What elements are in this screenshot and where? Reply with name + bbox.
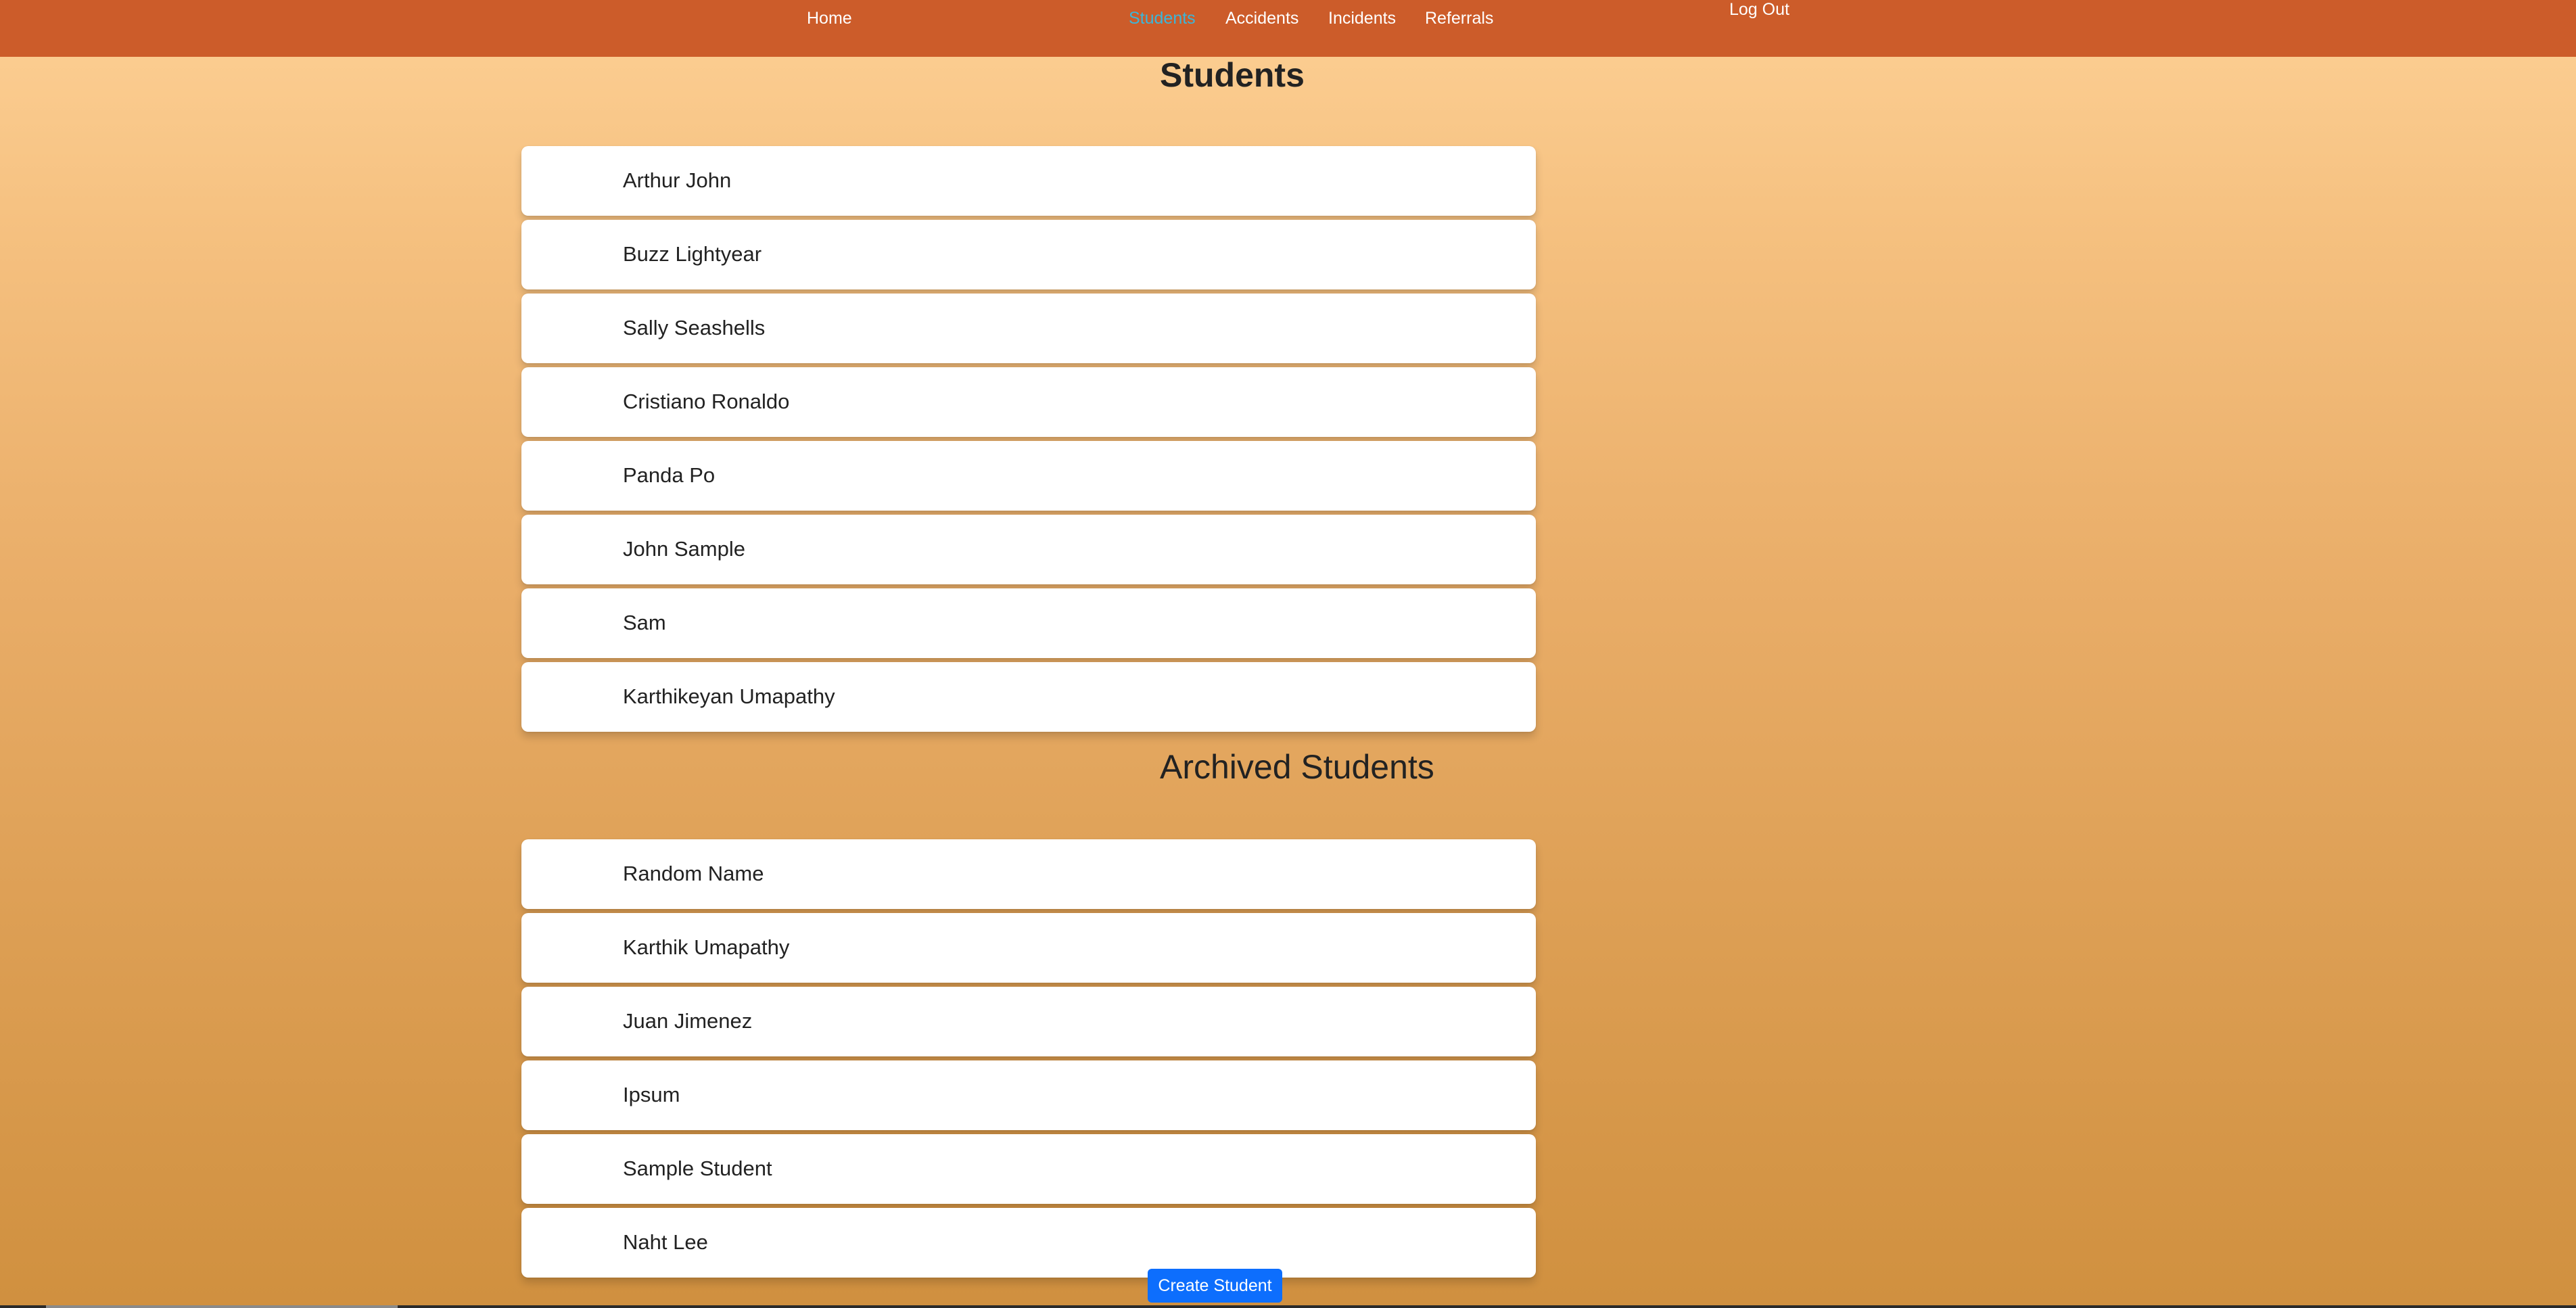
archived-student-card[interactable]: Karthik Umapathy (521, 913, 1536, 983)
logout-link[interactable]: Log Out (1729, 0, 1789, 20)
archived-student-name: Naht Lee (623, 1230, 708, 1254)
archived-student-name: Random Name (623, 862, 764, 885)
archived-student-name: Karthik Umapathy (623, 935, 790, 959)
student-name: Sam (623, 611, 666, 634)
nav-accidents-link[interactable]: Accidents (1225, 9, 1298, 28)
archived-students-list: Random Name Karthik Umapathy Juan Jimene… (521, 839, 1536, 1282)
student-card[interactable]: Arthur John (521, 146, 1536, 216)
students-heading: Students (1160, 56, 1305, 94)
student-name: John Sample (623, 537, 745, 561)
archived-students-heading: Archived Students (1160, 748, 1434, 786)
archived-student-card[interactable]: Naht Lee (521, 1208, 1536, 1278)
student-name: Cristiano Ronaldo (623, 390, 790, 413)
student-card[interactable]: John Sample (521, 515, 1536, 584)
nav-incidents-link[interactable]: Incidents (1328, 9, 1396, 28)
nav-referrals-link[interactable]: Referrals (1425, 9, 1493, 28)
student-card[interactable]: Sally Seashells (521, 294, 1536, 363)
archived-student-card[interactable]: Random Name (521, 839, 1536, 909)
student-name: Arthur John (623, 168, 732, 192)
student-card[interactable]: Karthikeyan Umapathy (521, 662, 1536, 732)
scrollbar-thumb[interactable] (46, 1305, 398, 1308)
archived-student-name: Ipsum (623, 1083, 680, 1106)
nav-students-link[interactable]: Students (1129, 9, 1196, 28)
archived-student-name: Juan Jimenez (623, 1009, 753, 1033)
archived-student-card[interactable]: Sample Student (521, 1134, 1536, 1204)
students-list: Arthur John Buzz Lightyear Sally Seashel… (521, 146, 1536, 736)
student-name: Panda Po (623, 463, 716, 487)
student-card[interactable]: Buzz Lightyear (521, 220, 1536, 289)
nav-home-link[interactable]: Home (807, 9, 852, 28)
student-name: Buzz Lightyear (623, 242, 762, 266)
archived-student-name: Sample Student (623, 1157, 772, 1180)
create-student-button[interactable]: Create Student (1148, 1269, 1282, 1303)
student-card[interactable]: Cristiano Ronaldo (521, 367, 1536, 437)
top-navbar: Home Students Accidents Incidents Referr… (0, 0, 2576, 57)
student-name: Sally Seashells (623, 316, 766, 340)
archived-student-card[interactable]: Juan Jimenez (521, 987, 1536, 1056)
student-card[interactable]: Sam (521, 588, 1536, 658)
archived-student-card[interactable]: Ipsum (521, 1060, 1536, 1130)
student-name: Karthikeyan Umapathy (623, 684, 835, 708)
student-card[interactable]: Panda Po (521, 441, 1536, 511)
